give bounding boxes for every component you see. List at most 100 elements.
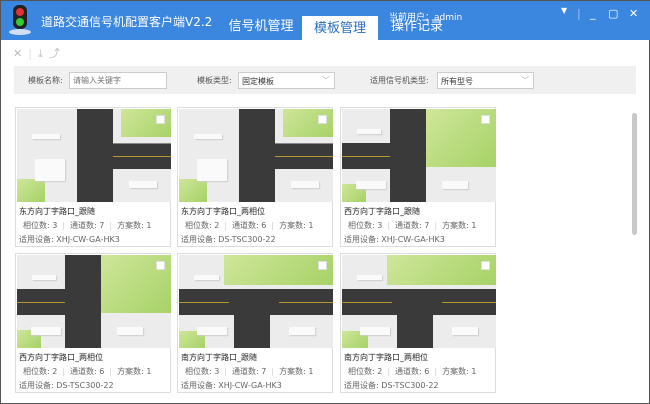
divider: | — [577, 7, 581, 20]
phases-value: 3 — [52, 221, 58, 230]
template-type-select[interactable]: 固定模板 ﹀ — [238, 72, 335, 89]
card-stats: 相位数: 3 | 通道数: 7 | 方案数: 1 — [23, 221, 152, 230]
device-label: 适用设备: — [344, 381, 382, 390]
template-card[interactable]: 东方向丁字路口_跟随 相位数: 3 | 通道数: 7 | 方案数: 1 适用设备: XH… — [15, 107, 171, 247]
south-t-junction-map-image — [179, 255, 333, 348]
phases-value: 3 — [214, 367, 220, 376]
plans-value: 1 — [308, 221, 314, 230]
select-checkbox[interactable] — [156, 261, 165, 270]
plans-label: 方案数: — [117, 221, 147, 230]
filter-bar: 模板名称: 模板类型: 固定模板 ﹀ 适用信号机类型: 所有型号 ﹀ — [14, 66, 636, 94]
phases-label: 相位数: — [23, 221, 53, 230]
device-type-value: 所有型号 — [441, 77, 473, 86]
channels-label: 通道数: — [232, 221, 262, 230]
device-label: 适用设备: — [181, 381, 219, 390]
east-t-junction-map-image — [179, 109, 333, 202]
channels-label: 通道数: — [70, 367, 100, 376]
select-checkbox[interactable] — [318, 261, 327, 270]
device-value: DS-TSC300-22 — [218, 235, 276, 244]
plans-label: 方案数: — [117, 367, 147, 376]
plans-value: 1 — [308, 367, 314, 376]
channels-value: 7 — [99, 221, 105, 230]
minimize-icon[interactable]: _ — [590, 7, 596, 20]
chevron-down-icon: ﹀ — [521, 76, 529, 85]
card-stats: 相位数: 2 | 通道数: 6 | 方案数: 1 — [348, 367, 477, 376]
card-title: 南方向丁字路口_跟随 — [181, 353, 257, 362]
device-value: DS-TSC300-22 — [381, 381, 439, 390]
template-type-label: 模板类型: — [197, 76, 232, 85]
device-value: XHJ-CW-GA-HK3 — [56, 235, 120, 244]
card-device: 适用设备: DS-TSC300-22 — [19, 380, 114, 391]
device-value: XHJ-CW-GA-HK3 — [218, 381, 282, 390]
tab-template-management[interactable]: 模板管理 — [302, 16, 378, 40]
device-label: 适用设备: — [181, 235, 219, 244]
phases-value: 2 — [52, 367, 58, 376]
card-stats: 相位数: 3 | 通道数: 7 | 方案数: 1 — [348, 221, 477, 230]
user-dropdown-icon[interactable]: ▼ — [561, 6, 567, 15]
card-device: 适用设备: DS-TSC300-22 — [181, 234, 276, 245]
phases-label: 相位数: — [348, 221, 378, 230]
card-stats: 相位数: 3 | 通道数: 7 | 方案数: 1 — [185, 367, 314, 376]
template-card[interactable]: 东方向丁字路口_两相位 相位数: 2 | 通道数: 6 | 方案数: 1 适用设备: D… — [177, 107, 333, 247]
phases-label: 相位数: — [348, 367, 378, 376]
channels-value: 6 — [261, 221, 267, 230]
current-user: 当前用户：admin — [389, 10, 462, 23]
card-title: 东方向丁字路口_跟随 — [19, 207, 95, 216]
traffic-light-logo-icon — [9, 5, 31, 35]
template-name-input[interactable] — [69, 72, 167, 89]
channels-value: 7 — [261, 367, 267, 376]
device-type-label: 适用信号机类型: — [370, 76, 429, 85]
plans-value: 1 — [471, 221, 477, 230]
export-icon[interactable]: ⤴ — [49, 47, 60, 60]
select-checkbox[interactable] — [481, 261, 490, 270]
channels-label: 通道数: — [232, 367, 262, 376]
channels-value: 6 — [424, 367, 430, 376]
west-t-junction-map-image — [17, 255, 171, 348]
close-icon[interactable]: ✕ — [13, 47, 22, 60]
plans-value: 1 — [146, 221, 152, 230]
tab-signal-management[interactable]: 信号机管理 — [221, 14, 301, 40]
phases-label: 相位数: — [185, 221, 215, 230]
card-title: 西方向丁字路口_两相位 — [19, 353, 103, 362]
card-title: 南方向丁字路口_两相位 — [344, 353, 428, 362]
card-device: 适用设备: XHJ-CW-GA-HK3 — [19, 234, 120, 245]
channels-value: 7 — [424, 221, 430, 230]
template-card[interactable]: 南方向丁字路口_跟随 相位数: 3 | 通道数: 7 | 方案数: 1 适用设备: XH… — [177, 253, 333, 393]
template-card[interactable]: 西方向丁字路口_两相位 相位数: 2 | 通道数: 6 | 方案数: 1 适用设备: D… — [15, 253, 171, 393]
phases-value: 2 — [377, 367, 383, 376]
channels-label: 通道数: — [395, 221, 425, 230]
select-checkbox[interactable] — [481, 115, 490, 124]
phases-label: 相位数: — [23, 367, 53, 376]
south-t-junction-map-image — [342, 255, 496, 348]
card-stats: 相位数: 2 | 通道数: 6 | 方案数: 1 — [23, 367, 152, 376]
device-label: 适用设备: — [344, 235, 382, 244]
select-checkbox[interactable] — [318, 115, 327, 124]
template-card[interactable]: 西方向丁字路口_跟随 相位数: 3 | 通道数: 7 | 方案数: 1 适用设备: XH… — [340, 107, 496, 247]
channels-label: 通道数: — [70, 221, 100, 230]
import-icon[interactable]: ⤓ — [38, 47, 43, 60]
phases-label: 相位数: — [185, 367, 215, 376]
template-name-label: 模板名称: — [28, 76, 63, 85]
close-window-icon[interactable]: ✕ — [629, 7, 638, 20]
device-value: XHJ-CW-GA-HK3 — [381, 235, 445, 244]
maximize-icon[interactable]: ▢ — [608, 7, 618, 20]
device-label: 适用设备: — [19, 235, 57, 244]
divider: | — [28, 47, 32, 60]
scrollbar[interactable] — [632, 113, 637, 235]
plans-label: 方案数: — [279, 221, 309, 230]
select-checkbox[interactable] — [156, 115, 165, 124]
card-device: 适用设备: DS-TSC300-22 — [344, 380, 439, 391]
toolbar: ✕ | ⤓ ⤴ — [13, 45, 66, 60]
template-card[interactable]: 南方向丁字路口_两相位 相位数: 2 | 通道数: 6 | 方案数: 1 适用设备: D… — [340, 253, 496, 393]
device-type-select[interactable]: 所有型号 ﹀ — [437, 72, 534, 89]
card-title: 东方向丁字路口_两相位 — [181, 207, 265, 216]
card-stats: 相位数: 2 | 通道数: 6 | 方案数: 1 — [185, 221, 314, 230]
device-label: 适用设备: — [19, 381, 57, 390]
channels-label: 通道数: — [395, 367, 425, 376]
app-title: 道路交通信号机配置客户端V2.2 — [41, 15, 213, 29]
plans-label: 方案数: — [442, 221, 472, 230]
phases-value: 2 — [214, 221, 220, 230]
west-t-junction-map-image — [342, 109, 496, 202]
plans-label: 方案数: — [279, 367, 309, 376]
card-device: 适用设备: XHJ-CW-GA-HK3 — [181, 380, 282, 391]
